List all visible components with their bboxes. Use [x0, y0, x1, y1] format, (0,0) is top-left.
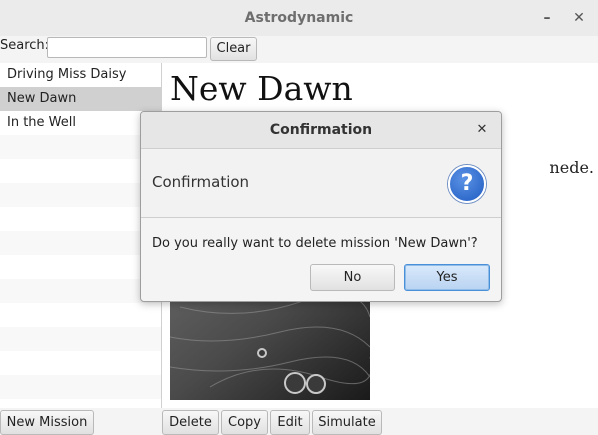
no-button[interactable]: No	[310, 264, 395, 291]
question-icon: ?	[448, 165, 486, 203]
dialog-title: Confirmation	[141, 112, 501, 149]
dialog-close-icon[interactable]: ✕	[473, 121, 491, 139]
dialog-header: Confirmation ?	[141, 149, 501, 218]
dialog-message: Do you really want to delete mission 'Ne…	[152, 236, 478, 251]
confirmation-dialog: Confirmation ✕ Confirmation ? Do you rea…	[140, 111, 502, 302]
dialog-overlay: Confirmation ✕ Confirmation ? Do you rea…	[0, 0, 598, 435]
dialog-header-text: Confirmation	[152, 173, 250, 191]
yes-button[interactable]: Yes	[404, 264, 490, 291]
